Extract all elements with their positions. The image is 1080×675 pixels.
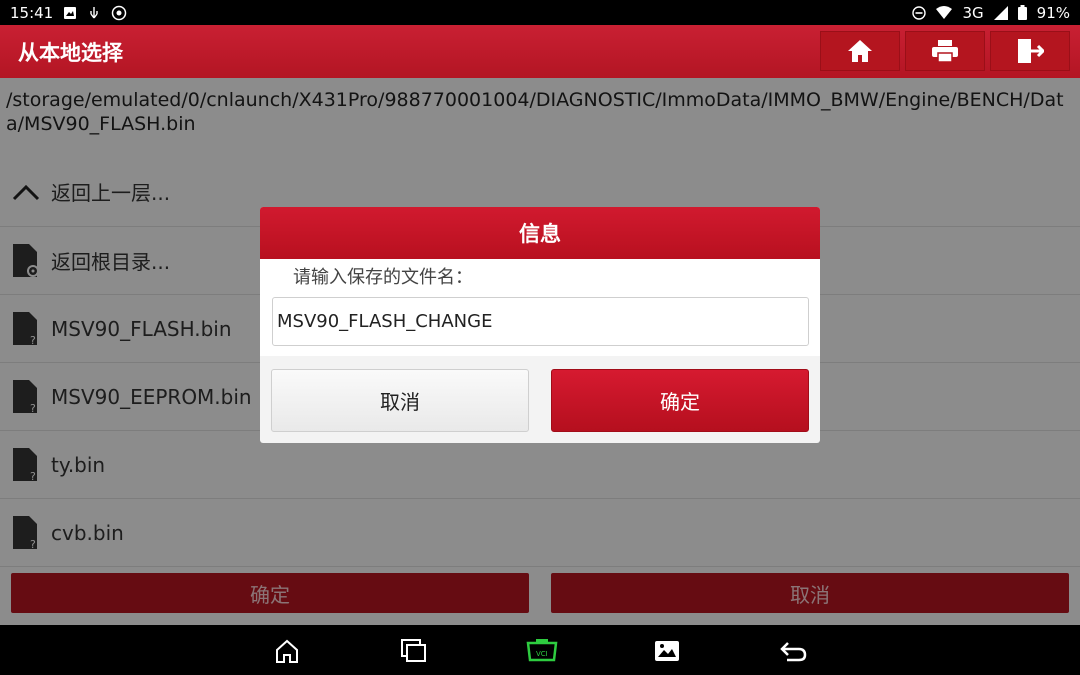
- filename-input[interactable]: [272, 297, 809, 346]
- home-outline-icon: [276, 639, 298, 663]
- printer-icon: [932, 40, 958, 63]
- nav-gallery-button[interactable]: [651, 635, 683, 667]
- nav-home-button[interactable]: [271, 635, 303, 667]
- battery-icon: [1017, 5, 1027, 21]
- dialog-cancel-button[interactable]: 取消: [271, 369, 529, 432]
- status-time: 15:41: [10, 3, 54, 22]
- home-button[interactable]: [820, 31, 900, 71]
- app-header: 从本地选择: [0, 25, 1080, 78]
- dialog-title: 信息: [260, 207, 820, 259]
- back-arrow-icon: [780, 642, 807, 662]
- do-not-disturb-icon: [912, 5, 927, 21]
- nav-recents-button[interactable]: [398, 635, 430, 667]
- dialog-prompt: 请输入保存的文件名：: [293, 267, 473, 288]
- settings-gear-icon: [111, 5, 127, 21]
- page-title: 从本地选择: [18, 40, 123, 65]
- signal-icon: [993, 5, 1008, 21]
- exit-button[interactable]: [990, 31, 1070, 71]
- network-type: 3G: [962, 3, 984, 22]
- print-button[interactable]: [905, 31, 985, 71]
- image-icon: [655, 641, 679, 661]
- home-icon: [848, 40, 872, 62]
- status-bar: 15:41 3G 91%: [0, 0, 1080, 25]
- usb-icon: [87, 5, 101, 21]
- exit-icon: [1018, 39, 1044, 63]
- svg-text:VCI: VCI: [536, 650, 548, 658]
- system-nav-bar: VCI: [0, 625, 1080, 675]
- wifi-icon: [936, 5, 953, 21]
- nav-vci-button[interactable]: VCI: [524, 635, 560, 667]
- recents-icon: [401, 639, 426, 662]
- save-filename-dialog: 信息 请输入保存的文件名： 取消 确定: [260, 207, 820, 443]
- battery-percent: 91%: [1036, 3, 1070, 22]
- nav-back-button[interactable]: [777, 635, 809, 667]
- vci-connector-icon: VCI: [526, 639, 558, 662]
- dialog-ok-button[interactable]: 确定: [551, 369, 809, 432]
- image-notification-icon: [63, 5, 77, 21]
